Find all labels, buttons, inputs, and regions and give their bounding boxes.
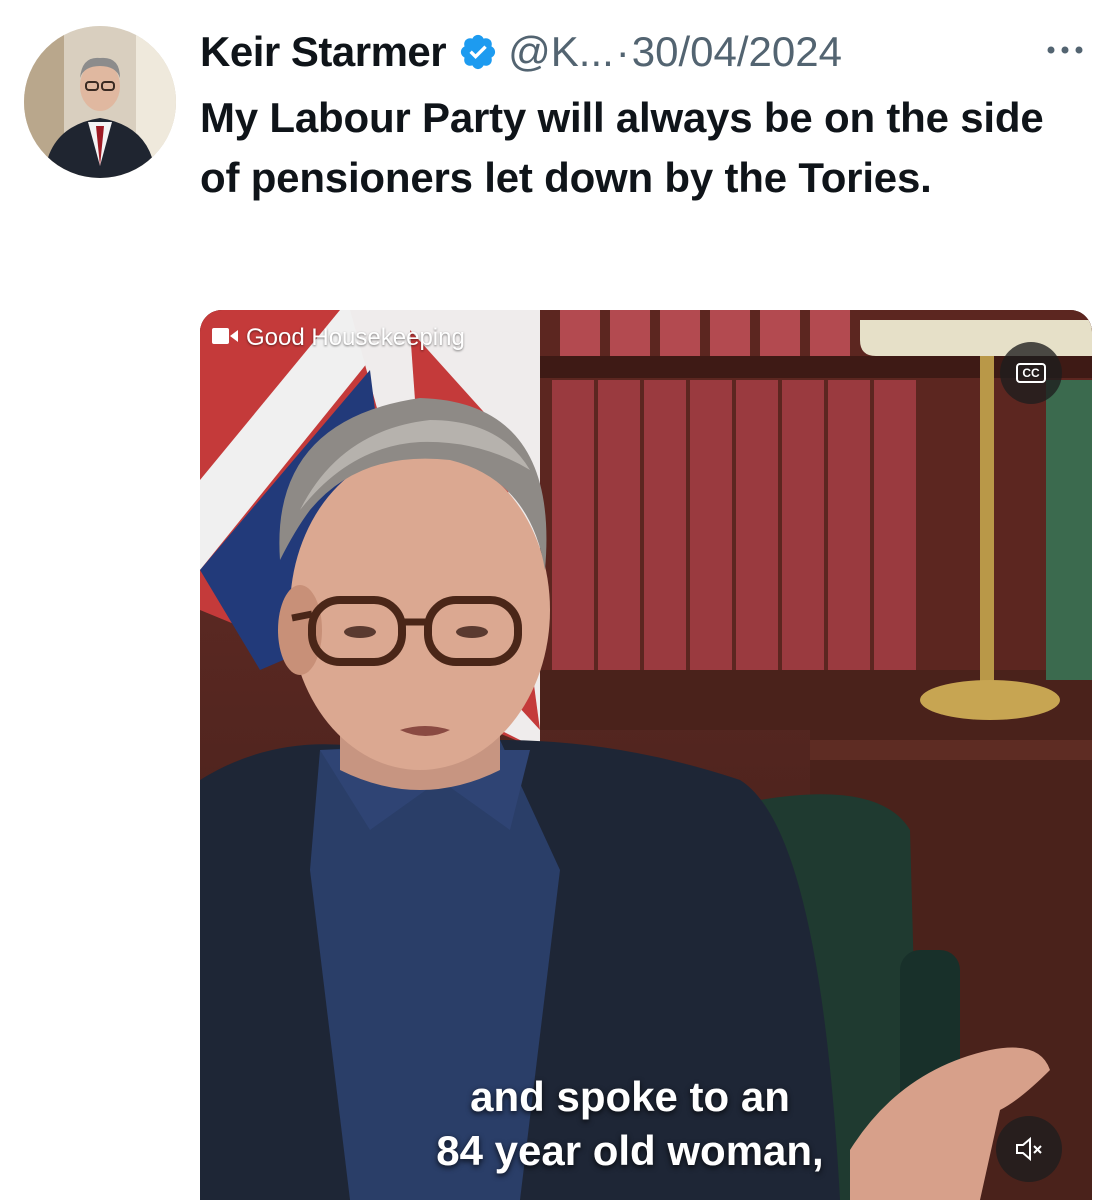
tweet-text: My Labour Party will always be on the si… [200,94,1044,201]
media-source-label: Good Housekeeping [246,324,465,351]
tweet-header: Keir Starmer @K... · 30/04/2024 [200,26,842,78]
video-caption: and spoke to an 84 year old woman, [380,1070,880,1178]
caption-line-1: and spoke to an [470,1073,790,1120]
tweet-date[interactable]: 30/04/2024 [632,28,842,76]
header-separator: · [615,28,630,75]
captions-button[interactable]: CC [1000,342,1062,404]
caption-line-2: 84 year old woman, [436,1127,824,1174]
speaker-muted-icon[interactable] [996,1116,1062,1182]
more-options-icon[interactable] [1040,30,1090,70]
author-avatar[interactable] [24,26,176,178]
tweet-video[interactable]: Good Housekeeping CC and spoke to an 84 … [200,310,1092,1200]
media-source[interactable]: Good Housekeeping [212,324,465,352]
video-frame [200,310,1092,1200]
captions-label: CC [1016,363,1046,383]
author-handle[interactable]: @K... [508,28,614,76]
video-camera-icon [212,324,238,352]
author-name[interactable]: Keir Starmer [200,28,447,76]
verified-badge-icon [458,32,498,72]
